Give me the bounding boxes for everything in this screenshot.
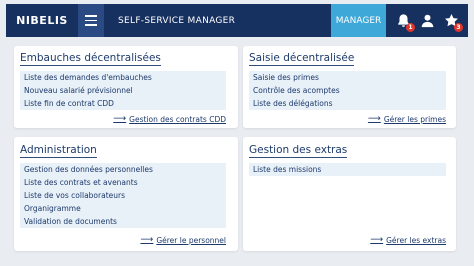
arrow-right-icon: ⟶: [140, 235, 154, 245]
app-title: SELF-SERVICE MANAGER: [118, 15, 236, 26]
panel-link[interactable]: ⟶ Gestion des contrats CDD: [113, 114, 226, 124]
header-icons: 1 3: [386, 12, 468, 32]
menu-button[interactable]: [78, 4, 104, 37]
top-bar: NIBELIS SELF-SERVICE MANAGER MANAGER 1 3: [6, 4, 468, 37]
panel-title: Gestion des extras: [249, 144, 348, 156]
list-item[interactable]: Validation de documents: [20, 215, 226, 228]
panel-embauches: Embauches décentralisées Liste des deman…: [14, 46, 238, 128]
list-item[interactable]: Contrôle des acomptes: [249, 84, 446, 97]
arrow-right-icon: ⟶: [367, 114, 381, 124]
favorites-badge: 3: [454, 22, 463, 32]
notifications-button[interactable]: 1: [394, 12, 415, 32]
panel-link[interactable]: ⟶ Gérer les extras: [370, 235, 446, 245]
user-icon: [421, 14, 433, 28]
list-item[interactable]: Gestion des données personnelles: [20, 163, 226, 176]
panel-link[interactable]: ⟶ Gérer les primes: [368, 114, 446, 124]
list-item[interactable]: Liste des contrats et avenants: [20, 176, 226, 189]
panel-link[interactable]: ⟶ Gérer le personnel: [140, 235, 226, 245]
list-item[interactable]: Liste des missions: [249, 163, 446, 176]
list-item[interactable]: Liste des délégations: [249, 97, 446, 110]
profile-button[interactable]: [418, 12, 436, 30]
panel-list: Liste des demandes d'embauches Nouveau s…: [20, 71, 226, 110]
arrow-right-icon: ⟶: [113, 114, 127, 124]
panel-title: Saisie décentralisée: [249, 52, 355, 64]
list-item[interactable]: Saisie des primes: [249, 71, 446, 84]
panel-extras: Gestion des extras Liste des missions ⟶ …: [243, 137, 456, 251]
panel-title: Embauches décentralisées: [20, 52, 161, 64]
logo: NIBELIS: [16, 14, 68, 27]
favorites-button[interactable]: 3: [442, 12, 463, 32]
manager-button[interactable]: MANAGER: [331, 4, 386, 37]
panel-list: Liste des missions: [249, 163, 446, 176]
arrow-right-icon: ⟶: [370, 235, 384, 245]
panel-administration: Administration Gestion des données perso…: [14, 137, 238, 251]
list-item[interactable]: Organigramme: [20, 202, 226, 215]
panel-title: Administration: [20, 144, 97, 156]
panel-list: Saisie des primes Contrôle des acomptes …: [249, 71, 446, 110]
notifications-badge: 1: [406, 22, 415, 32]
list-item[interactable]: Nouveau salarié prévisionnel: [20, 84, 226, 97]
list-item[interactable]: Liste de vos collaborateurs: [20, 189, 226, 202]
menu-icon: [85, 15, 97, 17]
panel-list: Gestion des données personnelles Liste d…: [20, 163, 226, 228]
list-item[interactable]: Liste fin de contrat CDD: [20, 97, 226, 110]
list-item[interactable]: Liste des demandes d'embauches: [20, 71, 226, 84]
panel-saisie: Saisie décentralisée Saisie des primes C…: [243, 46, 456, 128]
